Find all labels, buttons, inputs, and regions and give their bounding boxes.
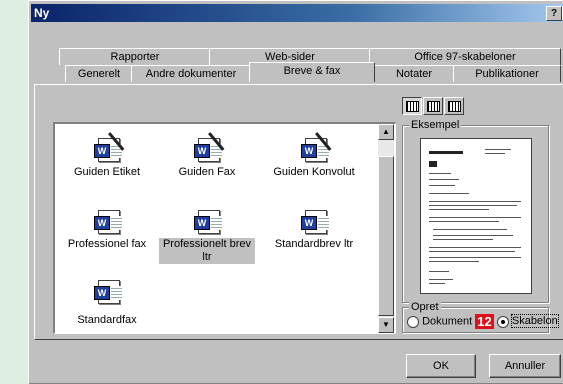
template-item[interactable]: W Guiden Konvolut	[259, 132, 369, 179]
template-list[interactable]: W Guiden Etiket W Guiden Fax W Guiden Ko…	[53, 122, 396, 334]
title-bar[interactable]: Ny ?	[31, 4, 563, 22]
tab-andre-dokumenter[interactable]: Andre dokumenter	[131, 65, 251, 82]
document-radio[interactable]	[407, 315, 419, 328]
word-doc-icon: W	[192, 208, 222, 234]
template-label: Standardfax	[77, 314, 137, 326]
preview-group-label: Eksempel	[409, 119, 462, 131]
template-item[interactable]: W Standardfax	[59, 278, 155, 327]
scroll-thumb[interactable]	[378, 156, 394, 316]
tab-publikationer[interactable]: Publikationer	[453, 65, 561, 82]
tab-breve-fax[interactable]: Breve & fax	[249, 62, 375, 82]
tab-rapporter[interactable]: Rapporter	[59, 48, 211, 65]
scroll-down-icon[interactable]: ▼	[378, 317, 394, 333]
wizard-doc-icon: W	[192, 132, 225, 162]
template-label: Professionel fax	[67, 238, 147, 250]
template-item[interactable]: W Standardbrev ltr	[259, 208, 369, 251]
wizard-doc-icon: W	[299, 132, 332, 162]
word-doc-icon: W	[92, 208, 122, 234]
window-title: Ny	[34, 6, 50, 20]
tab-notater[interactable]: Notater	[373, 65, 455, 82]
word-doc-icon: W	[92, 278, 122, 304]
details-icon	[448, 101, 461, 112]
template-item-selected[interactable]: W Professionelt brev ltr	[159, 208, 255, 264]
vertical-scrollbar[interactable]: ▲ ▼	[378, 124, 394, 333]
step-badge: 12	[475, 314, 494, 329]
tab-office97[interactable]: Office 97-skabeloner	[369, 48, 561, 65]
details-view-button[interactable]	[444, 97, 464, 115]
template-label: Guiden Konvolut	[273, 166, 355, 178]
preview-group: Eksempel	[402, 119, 549, 303]
help-button[interactable]: ?	[546, 6, 562, 21]
large-icons-icon	[406, 101, 419, 112]
cancel-button[interactable]: Annuller	[489, 354, 561, 378]
template-label: Professionelt brev ltr	[159, 238, 255, 264]
create-group: Opret Dokument 12 Skabelon	[402, 301, 559, 333]
template-label: Guiden Etiket	[73, 166, 141, 178]
wizard-doc-icon: W	[92, 132, 125, 162]
list-icon	[427, 101, 440, 112]
word-doc-icon: W	[299, 208, 329, 234]
ok-button[interactable]: OK	[406, 354, 476, 378]
template-label: Standardbrev ltr	[274, 238, 354, 250]
scroll-up-icon[interactable]: ▲	[378, 124, 394, 140]
template-radio[interactable]	[496, 315, 509, 328]
create-group-label: Opret	[409, 301, 441, 313]
new-dialog: Ny ? Rapporter Web-sider Office 97-skabe…	[28, 0, 563, 384]
template-item[interactable]: W Guiden Fax	[159, 132, 255, 179]
template-item[interactable]: W Guiden Etiket	[59, 132, 155, 179]
template-item[interactable]: W Professionel fax	[59, 208, 155, 251]
preview-page	[420, 138, 532, 294]
tab-generelt[interactable]: Generelt	[65, 65, 133, 82]
list-view-button[interactable]	[423, 97, 443, 115]
tab-panel: W Guiden Etiket W Guiden Fax W Guiden Ko…	[34, 84, 563, 340]
template-radio-label[interactable]: Skabelon	[510, 314, 559, 329]
document-radio-label[interactable]: Dokument	[422, 315, 472, 327]
template-label: Guiden Fax	[178, 166, 236, 178]
large-icons-view-button[interactable]	[402, 97, 422, 115]
